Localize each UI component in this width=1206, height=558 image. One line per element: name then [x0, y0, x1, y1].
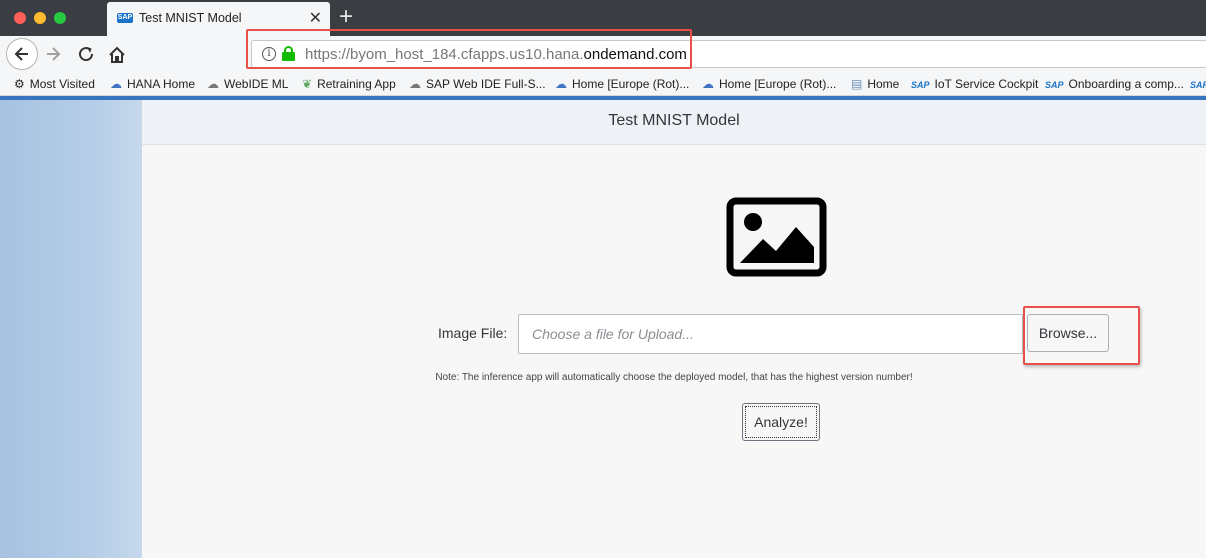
- bookmark-onboarding[interactable]: SAP Onboarding a comp...: [1045, 77, 1184, 91]
- bookmark-home-europe-1[interactable]: ☁ Home [Europe (Rot)...: [555, 77, 689, 91]
- left-shell-panel: [0, 100, 142, 558]
- file-input-placeholder: Choose a file for Upload...: [532, 326, 694, 342]
- bookmark-iot-service-cockpit[interactable]: SAP IoT Service Cockpit: [911, 77, 1038, 91]
- bookmark-retraining-app[interactable]: ❦ Retraining App: [302, 77, 396, 91]
- cloud-outline-icon: ☁: [207, 77, 219, 91]
- bookmark-home-europe-2[interactable]: ☁ Home [Europe (Rot)...: [702, 77, 836, 91]
- minimize-window-button[interactable]: [34, 12, 46, 24]
- forward-button[interactable]: [44, 41, 62, 68]
- bookmark-webide-ml[interactable]: ☁ WebIDE ML: [207, 77, 288, 91]
- analyze-button[interactable]: Analyze!: [742, 403, 820, 441]
- cloud-icon: ☁: [702, 77, 714, 91]
- bookmarks-toolbar: ⚙ Most Visited ☁ HANA Home ☁ WebIDE ML ❦ Ret…: [0, 74, 1206, 96]
- bookmark-hana-home[interactable]: ☁ HANA Home: [110, 77, 195, 91]
- url-highlight-box: [246, 29, 692, 69]
- back-button[interactable]: [6, 38, 38, 70]
- page-icon: ▤: [851, 77, 863, 91]
- reload-button[interactable]: [77, 40, 95, 69]
- sap-icon: SAP: [117, 13, 133, 23]
- bookmark-home[interactable]: ▤ Home: [851, 77, 899, 91]
- cloud-icon: ☁: [110, 77, 122, 91]
- cloud-outline-icon: ☁: [409, 77, 421, 91]
- leaf-icon: ❦: [302, 77, 313, 91]
- home-icon: [109, 46, 125, 63]
- close-icon[interactable]: ✕: [309, 8, 322, 28]
- app-header: Test MNIST Model: [142, 100, 1206, 145]
- app-content: Test MNIST Model Image File: Choose a fi…: [142, 100, 1206, 558]
- bookmark-sap-web-ide[interactable]: ☁ SAP Web IDE Full-S...: [409, 77, 546, 91]
- bookmark-overflow[interactable]: SAP: [1190, 77, 1206, 91]
- tab-title: Test MNIST Model: [139, 11, 242, 25]
- browse-highlight-box: [1023, 306, 1140, 365]
- file-upload-input[interactable]: Choose a file for Upload...: [518, 314, 1023, 354]
- sap-icon: SAP: [911, 80, 930, 90]
- inference-note: Note: The inference app will automatical…: [435, 372, 913, 383]
- home-button[interactable]: [108, 41, 126, 69]
- reload-icon: [79, 47, 94, 62]
- sap-icon: SAP: [1190, 80, 1206, 90]
- sap-icon: SAP: [1045, 80, 1064, 90]
- close-window-button[interactable]: [14, 12, 26, 24]
- arrow-right-icon: [47, 47, 61, 61]
- image-file-label: Image File:: [438, 325, 508, 341]
- zoom-window-button[interactable]: [54, 12, 66, 24]
- gear-icon: ⚙: [14, 77, 25, 91]
- image-icon: [726, 197, 827, 277]
- page-title: Test MNIST Model: [608, 112, 740, 129]
- new-tab-button[interactable]: +: [339, 3, 353, 31]
- cloud-icon: ☁: [555, 77, 567, 91]
- bookmark-most-visited[interactable]: ⚙ Most Visited: [14, 77, 95, 91]
- arrow-left-icon: [14, 47, 28, 61]
